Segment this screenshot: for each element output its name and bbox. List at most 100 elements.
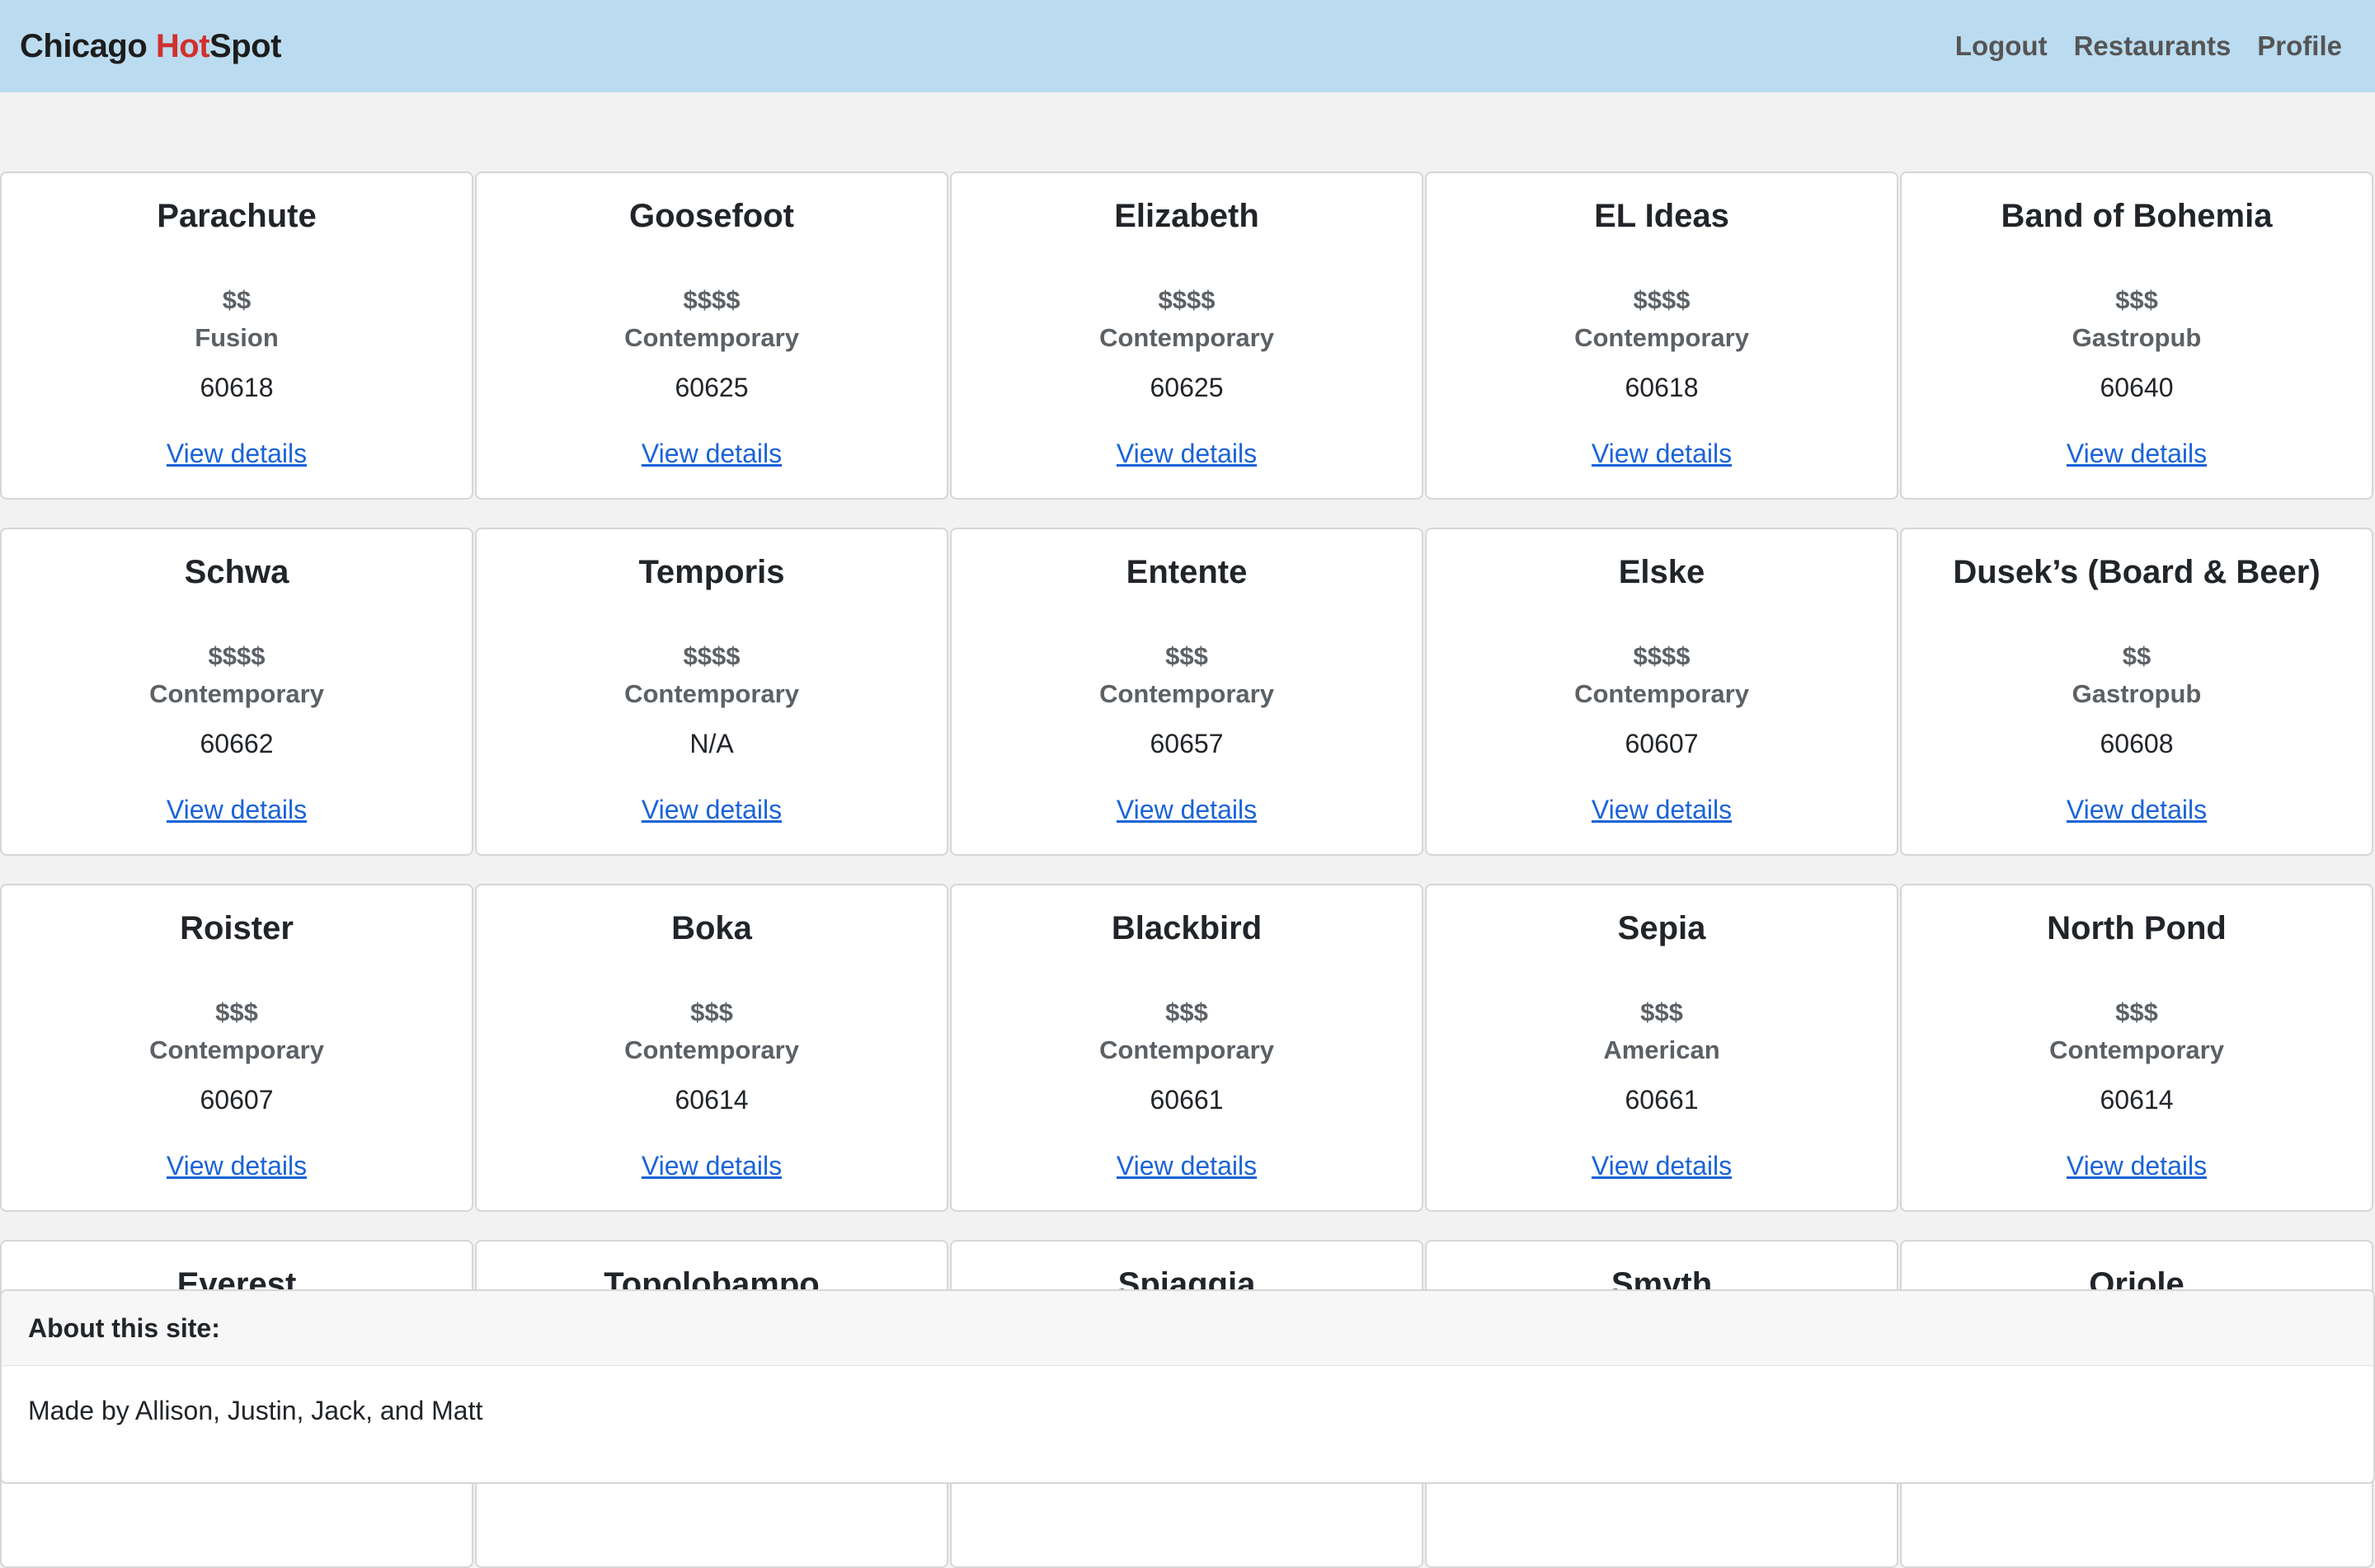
restaurant-price: $$: [2122, 641, 2152, 670]
restaurant-card: EL Ideas $$$$ Contemporary 60618 View detail…: [1425, 171, 1898, 500]
restaurant-cuisine: Contemporary: [149, 679, 324, 708]
navbar: Chicago HotSpot Logout Restaurants Profi…: [0, 0, 2375, 92]
restaurant-name: Entente: [1126, 554, 1248, 590]
restaurant-cuisine: Gastropub: [2072, 323, 2202, 352]
restaurant-zip: 60607: [1625, 729, 1699, 758]
restaurant-price: $$$$: [1158, 285, 1216, 314]
restaurant-price: $$$: [1165, 998, 1208, 1026]
restaurant-name: EL Ideas: [1594, 198, 1729, 234]
brand-logo[interactable]: Chicago HotSpot: [20, 28, 281, 65]
brand-suffix: Spot: [209, 27, 281, 64]
restaurant-cuisine: Gastropub: [2072, 679, 2202, 708]
restaurant-card: Parachute $$ Fusion 60618 View details: [0, 171, 473, 500]
restaurant-price: $$$: [215, 998, 258, 1026]
nav-links: Logout Restaurants Profile: [1955, 31, 2342, 62]
restaurant-cuisine: Fusion: [195, 323, 279, 352]
restaurant-cuisine: Contemporary: [149, 1035, 324, 1064]
restaurant-name: Sepia: [1617, 910, 1706, 946]
restaurant-cuisine: Contemporary: [1574, 323, 1749, 352]
footer: About this site: Made by Allison, Justin…: [0, 1289, 2375, 1484]
restaurant-price: $$$: [2115, 285, 2158, 314]
view-details-link[interactable]: View details: [477, 1151, 947, 1181]
restaurant-price: $$$$: [683, 285, 741, 314]
restaurant-zip: 60614: [2100, 1085, 2174, 1115]
view-details-link[interactable]: View details: [952, 1151, 1422, 1181]
restaurant-price: $$$$: [208, 641, 266, 670]
view-details-link[interactable]: View details: [2, 1151, 472, 1181]
restaurant-cuisine: Contemporary: [2049, 1035, 2224, 1064]
restaurant-zip: 60640: [2100, 373, 2174, 402]
restaurant-zip: 60625: [1150, 373, 1224, 402]
view-details-link[interactable]: View details: [1902, 1151, 2372, 1181]
restaurant-name: Schwa: [184, 554, 289, 590]
restaurant-name: North Pond: [2047, 910, 2227, 946]
nav-link-restaurants[interactable]: Restaurants: [2074, 31, 2232, 62]
restaurant-card: Temporis $$$$ Contemporary N/A View details: [475, 528, 948, 856]
restaurant-name: Roister: [180, 910, 294, 946]
view-details-link[interactable]: View details: [1427, 795, 1897, 825]
restaurant-card: North Pond $$$ Contemporary 60614 View detai…: [1900, 884, 2373, 1212]
restaurant-name: Elizabeth: [1114, 198, 1259, 234]
restaurant-cuisine: Contemporary: [1574, 679, 1749, 708]
restaurant-card: Dusek’s (Board & Beer) $$ Gastropub 60608 Vi…: [1900, 528, 2373, 856]
view-details-link[interactable]: View details: [2, 795, 472, 825]
restaurant-card: Roister $$$ Contemporary 60607 View details: [0, 884, 473, 1212]
nav-link-logout[interactable]: Logout: [1955, 31, 2048, 62]
restaurant-zip: 60661: [1150, 1085, 1224, 1115]
restaurant-price: $$$: [690, 998, 733, 1026]
restaurant-name: Dusek’s (Board & Beer): [1953, 554, 2321, 590]
restaurant-zip: 60607: [200, 1085, 274, 1115]
restaurant-name: Band of Bohemia: [2001, 198, 2273, 234]
restaurant-card: Entente $$$ Contemporary 60657 View details: [950, 528, 1423, 856]
restaurant-zip: 60625: [675, 373, 749, 402]
restaurant-card: Sepia $$$ American 60661 View details: [1425, 884, 1898, 1212]
nav-link-profile[interactable]: Profile: [2257, 31, 2342, 62]
restaurant-zip: 60618: [200, 373, 274, 402]
view-details-link[interactable]: View details: [1902, 439, 2372, 469]
brand-hot: Hot: [155, 27, 210, 64]
restaurant-zip: N/A: [689, 729, 734, 758]
restaurant-cuisine: Contemporary: [624, 1035, 799, 1064]
restaurant-price: $$$: [1165, 641, 1208, 670]
restaurant-zip: 60661: [1625, 1085, 1699, 1115]
view-details-link[interactable]: View details: [477, 795, 947, 825]
restaurant-name: Elske: [1618, 554, 1705, 590]
restaurant-price: $$: [222, 285, 252, 314]
restaurant-price: $$$$: [1633, 285, 1691, 314]
footer-header: About this site:: [2, 1291, 2373, 1366]
brand-prefix: Chicago: [20, 27, 156, 64]
view-details-link[interactable]: View details: [952, 439, 1422, 469]
view-details-link[interactable]: View details: [952, 795, 1422, 825]
restaurant-card: Band of Bohemia $$$ Gastropub 60640 View det…: [1900, 171, 2373, 500]
restaurant-card: Boka $$$ Contemporary 60614 View details: [475, 884, 948, 1212]
restaurant-zip: 60614: [675, 1085, 749, 1115]
restaurant-cuisine: Contemporary: [624, 323, 799, 352]
restaurant-zip: 60618: [1625, 373, 1699, 402]
view-details-link[interactable]: View details: [1902, 795, 2372, 825]
restaurant-price: $$$: [1640, 998, 1683, 1026]
restaurant-cuisine: Contemporary: [1099, 679, 1274, 708]
restaurant-zip: 60657: [1150, 729, 1224, 758]
restaurant-cuisine: American: [1603, 1035, 1720, 1064]
restaurant-name: Goosefoot: [629, 198, 794, 234]
restaurant-card: Goosefoot $$$$ Contemporary 60625 View detai…: [475, 171, 948, 500]
restaurant-name: Blackbird: [1111, 910, 1263, 946]
view-details-link[interactable]: View details: [1427, 439, 1897, 469]
restaurant-name: Parachute: [157, 198, 317, 234]
restaurant-cuisine: Contemporary: [1099, 1035, 1274, 1064]
footer-body: Made by Allison, Justin, Jack, and Matt: [28, 1396, 483, 1425]
restaurant-zip: 60608: [2100, 729, 2174, 758]
restaurant-price: $$$$: [683, 641, 741, 670]
restaurant-cuisine: Contemporary: [1099, 323, 1274, 352]
view-details-link[interactable]: View details: [477, 439, 947, 469]
restaurant-card: Blackbird $$$ Contemporary 60661 View detail…: [950, 884, 1423, 1212]
restaurant-card: Elske $$$$ Contemporary 60607 View details: [1425, 528, 1898, 856]
restaurant-cuisine: Contemporary: [624, 679, 799, 708]
restaurant-card: Elizabeth $$$$ Contemporary 60625 View detai…: [950, 171, 1423, 500]
restaurant-name: Boka: [671, 910, 752, 946]
restaurant-price: $$$$: [1633, 641, 1691, 670]
view-details-link[interactable]: View details: [1427, 1151, 1897, 1181]
restaurant-price: $$$: [2115, 998, 2158, 1026]
view-details-link[interactable]: View details: [2, 439, 472, 469]
restaurant-name: Temporis: [638, 554, 785, 590]
